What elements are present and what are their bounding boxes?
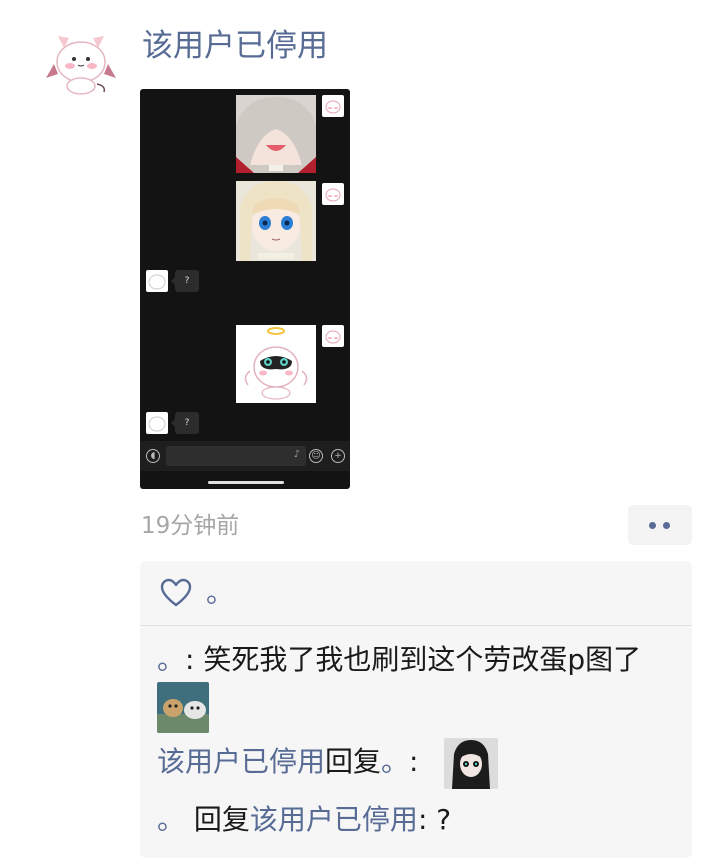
chat-avatar-left-1 — [146, 270, 168, 292]
post-timestamp: 19分钟前 — [141, 513, 240, 539]
post-image-chat-screenshot[interactable]: ? ? ◖ ♪ ☺ + — [140, 89, 350, 489]
reply-to-name[interactable]: 该用户已停用 — [250, 803, 418, 836]
chat-avatar-right-3 — [322, 325, 344, 347]
chat-bubble-question-2: ? — [171, 412, 199, 434]
plus-icon: + — [331, 449, 345, 463]
chat-avatar-right-2 — [322, 183, 344, 205]
comment-image-girl[interactable] — [444, 738, 498, 789]
avatar[interactable] — [44, 26, 118, 98]
reply-to-name[interactable]: 。 — [381, 745, 409, 778]
chat-image-anime-1 — [236, 95, 316, 173]
more-dot-icon — [663, 522, 670, 529]
mic-icon: ♪ — [293, 449, 300, 460]
chat-avatar-right-1 — [322, 95, 344, 117]
heart-outline-icon — [160, 578, 192, 608]
comment-separator: : — [409, 745, 419, 778]
reply-word: 回复 — [325, 745, 382, 778]
comment-3[interactable]: 。 回复该用户已停用: ? — [157, 801, 451, 839]
comment-image-cats[interactable] — [157, 682, 209, 733]
comment-separator: : — [417, 803, 437, 836]
home-indicator — [208, 481, 284, 484]
comment-author[interactable]: 。 — [157, 643, 185, 676]
comment-author[interactable]: 。 — [157, 803, 185, 836]
chat-bubble-question-1: ? — [171, 270, 199, 292]
comments-section: 。 。: 笑死我了我也刷到这个劳改蛋p图了 该用户已停用回复。: 。 回复该用户… — [140, 561, 692, 858]
more-dot-icon — [649, 522, 656, 529]
emoji-icon: ☺ — [309, 449, 323, 463]
comment-text: 笑死我了我也刷到这个劳改蛋p图了 — [203, 643, 642, 676]
comment-author[interactable]: 该用户已停用 — [157, 745, 325, 778]
comment-1[interactable]: 。: 笑死我了我也刷到这个劳改蛋p图了 — [157, 641, 641, 679]
comment-text: ? — [436, 803, 452, 836]
post-author-name[interactable]: 该用户已停用 — [142, 26, 328, 66]
chat-input-bar: ◖ ♪ ☺ + — [140, 441, 350, 471]
voice-icon: ◖ — [146, 449, 160, 463]
reply-word: 回复 — [185, 803, 250, 836]
chat-sticker-masked-bunny — [236, 325, 316, 403]
chat-image-anime-2 — [236, 181, 316, 261]
likes-row: 。 — [140, 561, 692, 626]
more-actions-button[interactable] — [628, 505, 692, 545]
comment-2[interactable]: 该用户已停用回复。: — [157, 743, 418, 781]
chat-avatar-left-2 — [146, 412, 168, 434]
like-user-name[interactable]: 。 — [206, 575, 234, 611]
comment-separator: : — [185, 643, 204, 676]
chat-text-field: ♪ — [166, 446, 306, 466]
